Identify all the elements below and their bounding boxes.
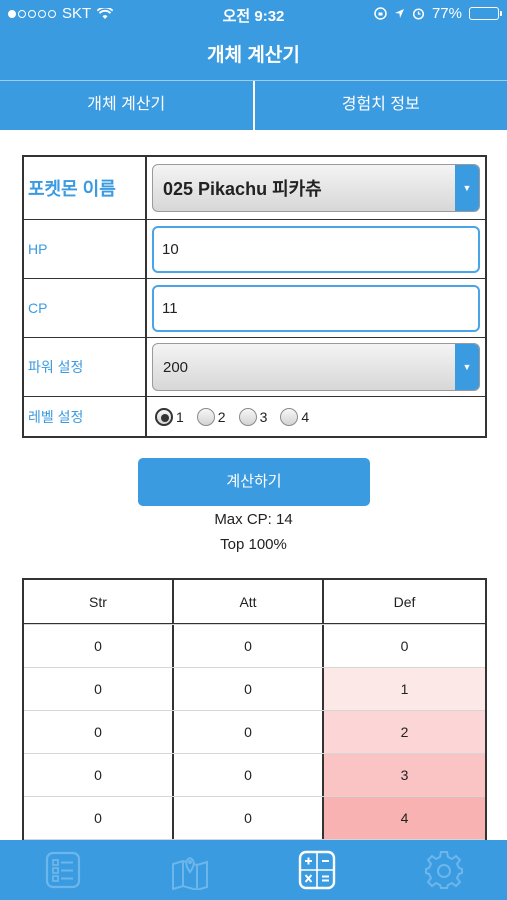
- top-tabs: 개체 계산기 경험치 정보: [0, 80, 507, 130]
- table-row: 0 0 4: [24, 796, 485, 839]
- list-icon[interactable]: [45, 851, 81, 889]
- form-row-pokemon: 포켓몬 이름 025 Pikachu 피카츄 ▼: [24, 157, 485, 219]
- dropdown-arrow-icon: ▼: [455, 165, 479, 211]
- table-header-row: Str Att Def: [24, 580, 485, 624]
- iv-results-table: Str Att Def 0 0 0 0 0 1 0 0 2 0 0 3 0 0 …: [22, 578, 487, 840]
- status-bar: SKT 오전 9:32 77%: [0, 0, 507, 28]
- gear-icon[interactable]: [424, 850, 464, 890]
- calculate-button[interactable]: 계산하기: [138, 458, 370, 506]
- table-row: 0 0 0: [24, 624, 485, 667]
- power-select-value: 200: [163, 358, 189, 376]
- alarm-icon: [412, 8, 425, 20]
- tab-iv-calculator[interactable]: 개체 계산기: [0, 81, 253, 130]
- str-cell: 0: [24, 625, 174, 667]
- tab-calculator[interactable]: [254, 840, 381, 900]
- calculator-icon[interactable]: [298, 850, 336, 890]
- def-cell: 0: [400, 638, 409, 654]
- level-radio-label: 2: [217, 408, 226, 425]
- column-header-att: Att: [174, 580, 324, 623]
- app-header: SKT 오전 9:32 77% 개체 계산기 개체 계산기 경험치 정보: [0, 0, 507, 130]
- power-label: 파워 설정: [24, 338, 147, 396]
- att-cell: 0: [174, 754, 324, 796]
- power-select[interactable]: 200 ▼: [152, 343, 480, 391]
- str-cell: 0: [24, 754, 174, 796]
- pokemon-select-value: 025 Pikachu 피카츄: [163, 179, 322, 199]
- battery-percent: 77%: [431, 5, 462, 22]
- radio-icon[interactable]: [238, 407, 257, 426]
- def-cell: 4: [324, 797, 485, 839]
- att-cell: 0: [174, 711, 324, 753]
- def-cell: 3: [324, 754, 485, 796]
- dropdown-arrow-icon: ▼: [455, 344, 479, 390]
- str-cell: 0: [24, 711, 174, 753]
- tab-map[interactable]: [127, 840, 254, 900]
- table-row: 0 0 1: [24, 667, 485, 710]
- cp-label: CP: [24, 279, 147, 337]
- form-row-cp: CP 11: [24, 278, 485, 337]
- pokemon-name-label: 포켓몬 이름: [24, 157, 147, 219]
- def-cell: 1: [324, 668, 485, 710]
- map-icon[interactable]: [170, 850, 210, 890]
- column-header-def: Def: [393, 593, 416, 610]
- level-radio-group: 1 2 3 4: [152, 407, 310, 426]
- input-form: 포켓몬 이름 025 Pikachu 피카츄 ▼ HP 10 CP 11 파워 …: [22, 155, 487, 438]
- att-cell: 0: [174, 797, 324, 839]
- table-row: 0 0 3: [24, 753, 485, 796]
- max-cp-text: Max CP: 14: [214, 511, 293, 528]
- def-cell: 2: [324, 711, 485, 753]
- level-radio-label: 1: [176, 408, 184, 425]
- level-radio-label: 3: [259, 408, 268, 425]
- form-row-level: 레벨 설정 1 2 3 4: [24, 396, 485, 436]
- level-radio-2[interactable]: 2: [196, 407, 226, 426]
- str-cell: 0: [24, 668, 174, 710]
- top-percent-text: Top 100%: [220, 536, 287, 553]
- cp-input[interactable]: 11: [152, 284, 480, 332]
- level-label: 레벨 설정: [24, 397, 147, 436]
- form-row-hp: HP 10: [24, 219, 485, 278]
- level-radio-3[interactable]: 3: [238, 407, 268, 426]
- page-title: 개체 계산기: [207, 45, 300, 66]
- bottom-tab-bar: [0, 840, 507, 900]
- att-cell: 0: [174, 668, 324, 710]
- level-radio-4[interactable]: 4: [280, 407, 310, 426]
- level-radio-1[interactable]: 1: [155, 407, 184, 426]
- tab-list[interactable]: [0, 840, 127, 900]
- column-header-str: Str: [24, 580, 174, 623]
- hp-input[interactable]: 10: [152, 225, 480, 273]
- tab-exp-info[interactable]: 경험치 정보: [252, 81, 507, 130]
- rotation-lock-icon: [374, 7, 387, 20]
- radio-icon[interactable]: [196, 407, 215, 426]
- location-icon: [394, 9, 404, 18]
- radio-selected-icon[interactable]: [155, 407, 173, 426]
- table-row: 0 0 2: [24, 710, 485, 753]
- tab-settings[interactable]: [380, 840, 507, 900]
- level-radio-label: 4: [301, 408, 310, 425]
- hp-label: HP: [24, 220, 147, 278]
- battery-icon: [469, 7, 502, 20]
- radio-icon[interactable]: [280, 407, 299, 426]
- str-cell: 0: [24, 797, 174, 839]
- pokemon-select[interactable]: 025 Pikachu 피카츄 ▼: [152, 164, 480, 212]
- form-row-power: 파워 설정 200 ▼: [24, 337, 485, 396]
- att-cell: 0: [174, 625, 324, 667]
